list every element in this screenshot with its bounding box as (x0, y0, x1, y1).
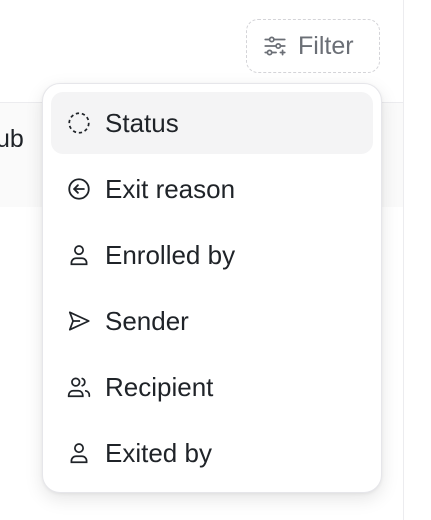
menu-item-label: Exit reason (105, 174, 236, 204)
panel-divider (403, 0, 404, 520)
background-cell-text: ub (0, 125, 24, 153)
page: ub Filter Status Exit reason Enrolled by… (0, 0, 431, 520)
dashed-circle-icon (65, 109, 93, 137)
user-icon (65, 439, 93, 467)
menu-item-label: Recipient (105, 372, 214, 402)
menu-item-status[interactable]: Status (51, 92, 373, 154)
menu-item-sender[interactable]: Sender (51, 290, 373, 352)
menu-item-label: Sender (105, 306, 189, 336)
menu-item-recipient[interactable]: Recipient (51, 356, 373, 418)
send-icon (65, 307, 93, 335)
menu-item-label: Exited by (105, 438, 212, 468)
filter-button[interactable]: Filter (246, 19, 380, 73)
sliders-icon (262, 33, 288, 59)
menu-item-label: Status (105, 108, 179, 138)
filter-dropdown-menu: Status Exit reason Enrolled by Sender Re… (42, 83, 382, 493)
menu-item-exit-reason[interactable]: Exit reason (51, 158, 373, 220)
menu-item-exited-by[interactable]: Exited by (51, 422, 373, 484)
filter-button-label: Filter (298, 32, 354, 60)
users-icon (65, 373, 93, 401)
menu-item-label: Enrolled by (105, 240, 236, 270)
circle-arrow-left-icon (65, 175, 93, 203)
user-icon (65, 241, 93, 269)
menu-item-enrolled-by[interactable]: Enrolled by (51, 224, 373, 286)
